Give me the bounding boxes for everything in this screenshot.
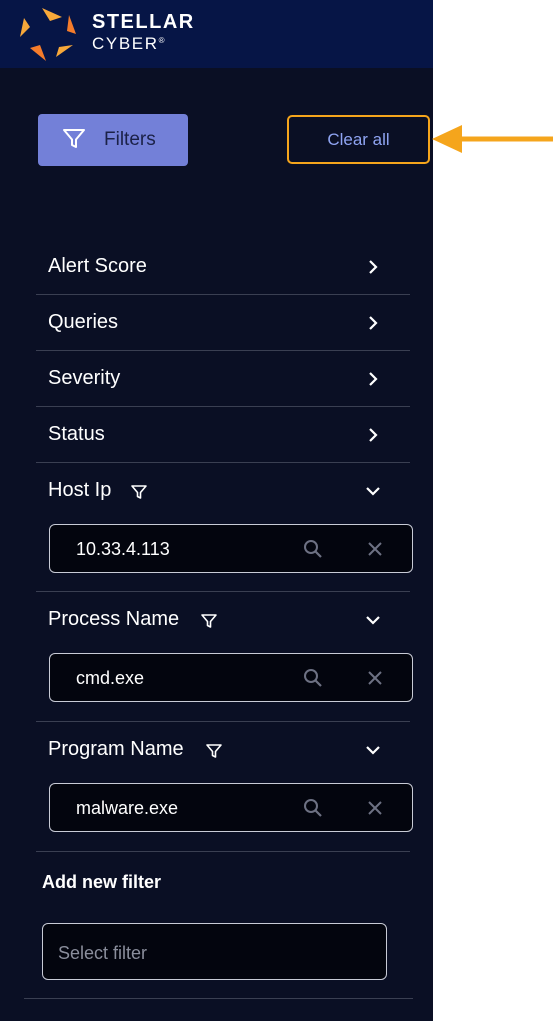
host-ip-filter-field[interactable]: 10.33.4.113 [49, 524, 413, 573]
header-bar: STELLAR CYBER® [0, 0, 433, 68]
chevron-down-icon [366, 746, 380, 755]
section-label: Alert Score [48, 255, 147, 277]
select-filter-dropdown[interactable]: Select filter [42, 923, 387, 980]
filter-panel: STELLAR CYBER® Filters Clear all Alert S… [0, 0, 433, 1021]
divider [36, 851, 410, 852]
section-label: Process Name [48, 608, 180, 630]
section-label: Severity [48, 367, 121, 389]
section-program-name[interactable]: Program Name [36, 722, 413, 778]
section-label: Host Ip [48, 479, 112, 501]
section-label: Status [48, 423, 105, 445]
chevron-right-icon [369, 260, 378, 274]
brand-name: STELLAR [92, 11, 195, 33]
section-queries[interactable]: Queries [36, 295, 413, 351]
chevron-right-icon [369, 316, 378, 330]
divider [24, 998, 413, 999]
close-icon[interactable] [365, 798, 385, 818]
close-icon[interactable] [365, 539, 385, 559]
annotation-arrow-icon [432, 125, 553, 153]
add-filter-heading: Add new filter [42, 872, 162, 892]
section-label: Program Name [48, 738, 184, 760]
funnel-icon [131, 485, 147, 499]
filters-button[interactable]: Filters [38, 114, 188, 166]
section-severity[interactable]: Severity [36, 351, 413, 407]
filters-button-label: Filters [104, 129, 156, 150]
select-filter-placeholder: Select filter [58, 943, 148, 963]
filter-value[interactable]: malware.exe [76, 798, 178, 819]
clear-all-button[interactable]: Clear all [287, 115, 430, 164]
chevron-right-icon [369, 428, 378, 442]
brand-subname: CYBER® [92, 34, 165, 53]
chevron-down-icon [366, 616, 380, 625]
process-name-filter-field[interactable]: cmd.exe [49, 653, 413, 702]
funnel-icon [201, 614, 217, 628]
filter-value[interactable]: 10.33.4.113 [76, 539, 170, 560]
section-status[interactable]: Status [36, 407, 413, 463]
filter-value[interactable]: cmd.exe [76, 668, 144, 689]
program-name-filter-field[interactable]: malware.exe [49, 783, 413, 832]
section-host-ip[interactable]: Host Ip [36, 463, 413, 519]
search-icon[interactable] [302, 538, 324, 560]
search-icon[interactable] [302, 797, 324, 819]
chevron-down-icon [366, 487, 380, 496]
chevron-right-icon [369, 372, 378, 386]
funnel-icon [206, 744, 222, 758]
filter-icon [63, 129, 85, 148]
section-alert-score[interactable]: Alert Score [36, 239, 413, 295]
close-icon[interactable] [365, 668, 385, 688]
section-label: Queries [48, 311, 119, 333]
stellar-cyber-logo-icon [20, 8, 76, 61]
search-icon[interactable] [302, 667, 324, 689]
section-process-name[interactable]: Process Name [36, 592, 413, 648]
